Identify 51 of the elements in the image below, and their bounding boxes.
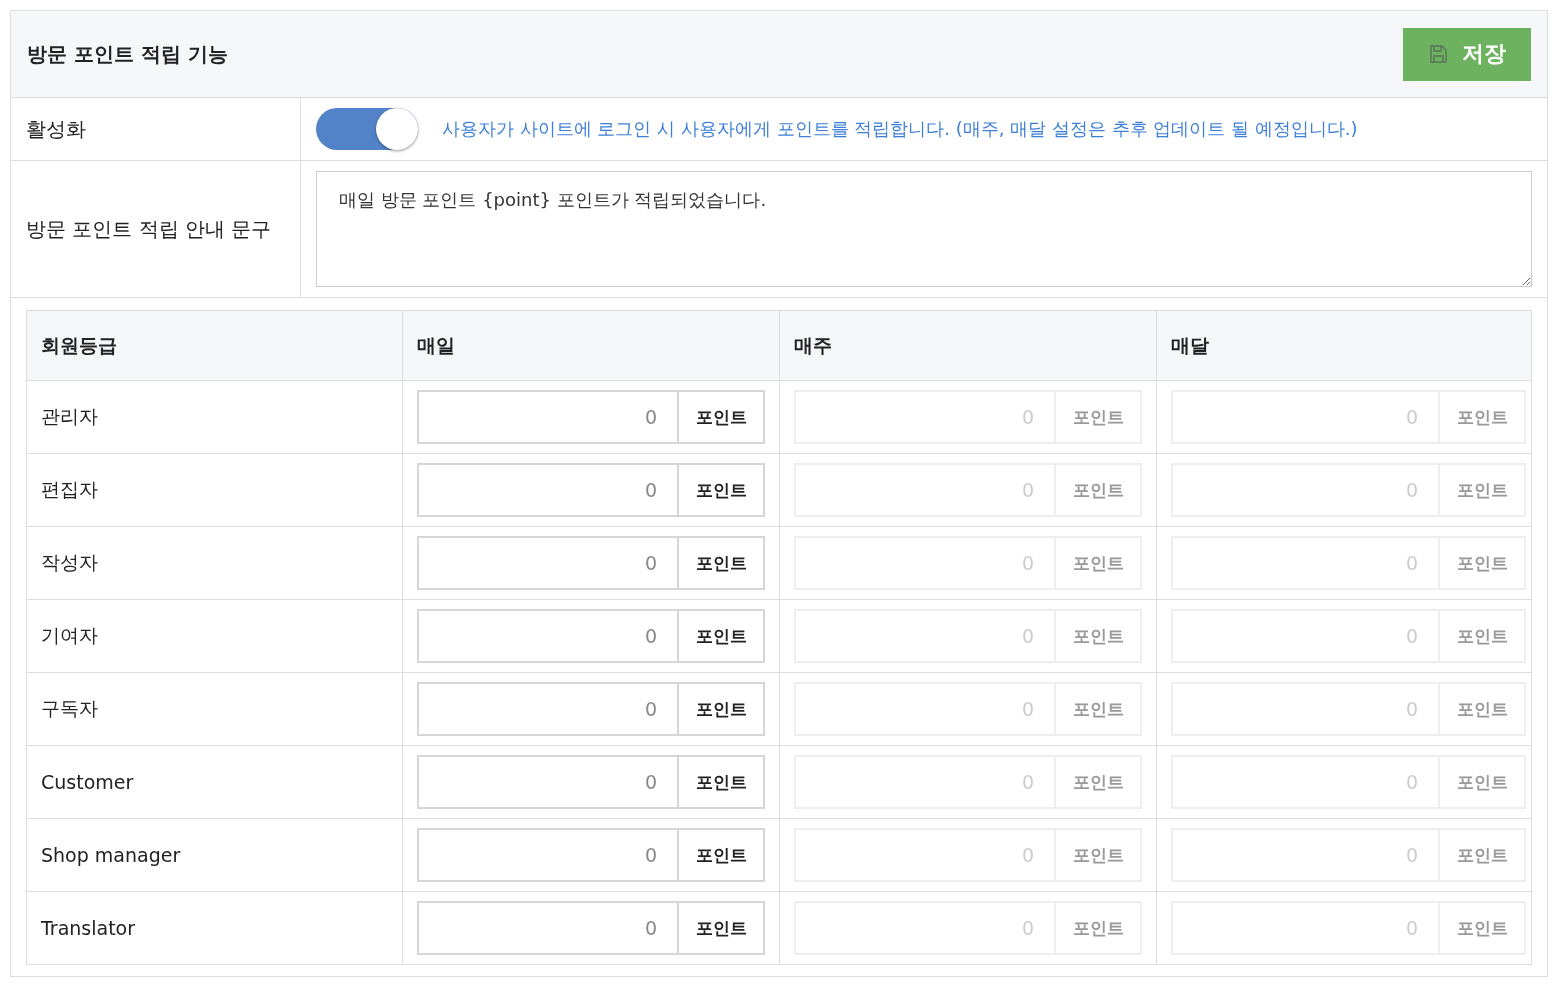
column-header: 매일 (403, 311, 780, 380)
points-input[interactable]: 0 (417, 609, 679, 663)
grade-cell: 기여자 (27, 600, 403, 672)
unit-label: 포인트 (1440, 536, 1526, 590)
column-header: 회원등급 (27, 311, 403, 380)
unit-label: 포인트 (1440, 901, 1526, 955)
toggle-switch[interactable] (316, 108, 418, 150)
unit-label: 포인트 (679, 536, 765, 590)
unit-label: 포인트 (679, 755, 765, 809)
points-input[interactable]: 0 (417, 390, 679, 444)
unit-label: 포인트 (1056, 901, 1142, 955)
unit-label: 포인트 (1440, 609, 1526, 663)
setting-label: 방문 포인트 적립 안내 문구 (11, 161, 301, 297)
unit-label: 포인트 (679, 828, 765, 882)
points-input[interactable]: 0 (417, 901, 679, 955)
unit-label: 포인트 (1440, 755, 1526, 809)
grade-cell: Customer (27, 746, 403, 818)
grade-cell: 작성자 (27, 527, 403, 599)
grade-cell: 관리자 (27, 381, 403, 453)
unit-label: 포인트 (1056, 828, 1142, 882)
unit-label: 포인트 (679, 901, 765, 955)
unit-label: 포인트 (679, 390, 765, 444)
description-text: 사용자가 사이트에 로그인 시 사용자에게 포인트를 적립합니다. (매주, 매달 설정은 추후 업데이트 될 예정입니다.) (442, 117, 1358, 141)
unit-label: 포인트 (1056, 609, 1142, 663)
unit-label: 포인트 (1440, 682, 1526, 736)
grade-cell: 편집자 (27, 454, 403, 526)
unit-label: 포인트 (679, 609, 765, 663)
points-input[interactable]: 0 (417, 682, 679, 736)
message-textarea[interactable]: 매일 방문 포인트 {point} 포인트가 적립되었습니다. (316, 171, 1532, 287)
save-button[interactable]: 저장 (1403, 27, 1531, 81)
unit-label: 포인트 (1056, 463, 1142, 517)
points-input[interactable]: 0 (417, 536, 679, 590)
unit-label: 포인트 (679, 682, 765, 736)
unit-label: 포인트 (1440, 390, 1526, 444)
unit-label: 포인트 (1440, 463, 1526, 517)
unit-label: 포인트 (679, 463, 765, 517)
unit-label: 포인트 (1056, 390, 1142, 444)
unit-label: 포인트 (1056, 536, 1142, 590)
grade-cell: Translator (27, 892, 403, 964)
unit-label: 포인트 (1056, 682, 1142, 736)
grade-cell: 구독자 (27, 673, 403, 745)
points-input[interactable]: 0 (417, 463, 679, 517)
unit-label: 포인트 (1056, 755, 1142, 809)
unit-label: 포인트 (1440, 828, 1526, 882)
setting-label: 활성화 (11, 98, 301, 160)
points-input[interactable]: 0 (417, 828, 679, 882)
column-header: 매주 (780, 311, 1157, 380)
panel-title: 방문 포인트 적립 기능 (27, 40, 228, 68)
column-header: 매달 (1170, 332, 1210, 358)
points-input[interactable]: 0 (417, 755, 679, 809)
grade-cell: Shop manager (27, 819, 403, 891)
